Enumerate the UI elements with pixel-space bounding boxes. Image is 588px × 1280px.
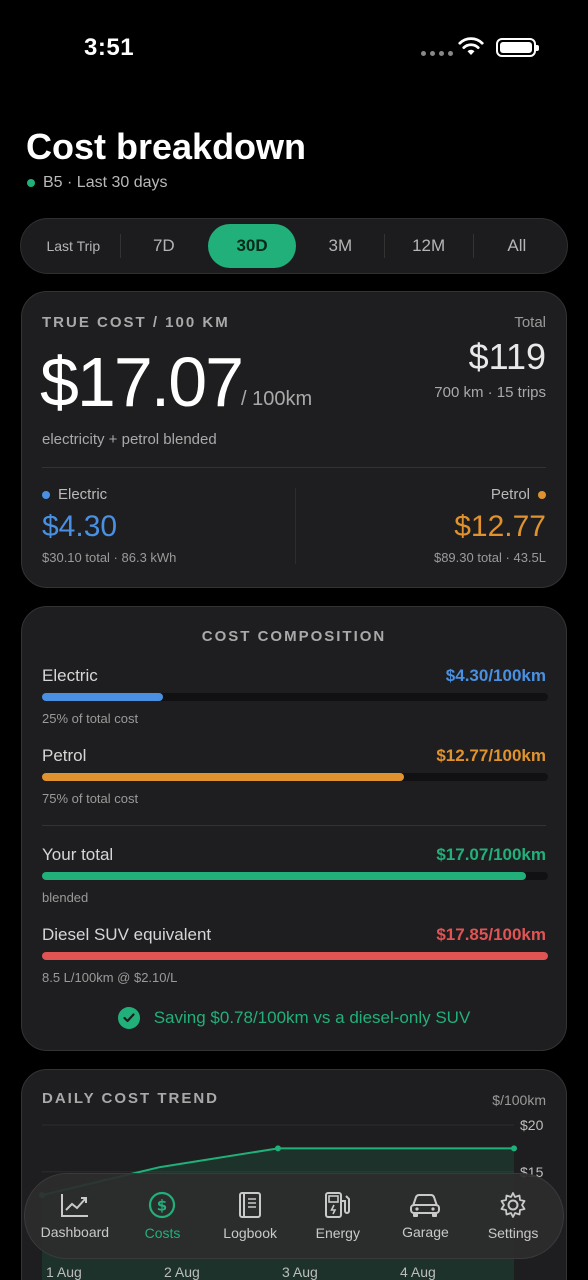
trend-point [275,1145,281,1152]
status-bar: 3:51 [0,0,588,90]
true-cost-value: $17.07 [40,343,244,421]
period-12m[interactable]: 12M [384,224,472,268]
true-cost-card: TRUE COST / 100 KM Total $17.07 / 100km … [21,291,567,588]
vehicle-status-dot [27,179,35,187]
petrol-label-text: Petrol [490,486,530,503]
total-bar-fill [42,872,526,880]
period-30d[interactable]: 30D [207,224,297,268]
tab-logbook[interactable]: Logbook [208,1191,292,1241]
composition-row-note: blended [42,890,89,905]
composition-row-name: Your total [42,845,114,864]
true-cost-unit: / 100km [241,388,313,410]
tab-settings[interactable]: Settings [471,1191,555,1241]
composition-row-note: 8.5 L/100km @ $2.10/L [42,970,178,985]
composition-row-note: 25% of total cost [42,711,139,726]
composition-row-name: Petrol [42,746,87,765]
trend-title: DAILY COST TREND [42,1090,220,1107]
trend-x-tick: 2 Aug [164,1264,200,1280]
true-cost-note: electricity + petrol blended [42,431,217,448]
page-title: Cost breakdown [26,126,307,167]
tab-label: Dashboard [40,1224,110,1240]
composition-row-name: Diesel SUV equivalent [42,925,212,944]
tab-garage[interactable]: Garage [383,1192,467,1240]
composition-row-value: $17.85/100km [436,925,546,944]
total-detail: 700 km · 15 trips [434,384,546,401]
tab-label: Garage [402,1224,449,1240]
diesel-bar-fill [42,952,548,960]
trend-x-tick: 3 Aug [282,1264,318,1280]
composition-row-note: 75% of total cost [42,791,139,806]
saving-text: Saving $0.78/100km vs a diesel-only SUV [153,1008,471,1027]
period-selector: Last Trip 7D 30D 3M 12M All [20,218,568,274]
petrol-bar-fill [42,773,404,781]
card-divider [42,467,546,468]
tab-energy[interactable]: Energy [296,1191,380,1241]
car-icon [410,1194,441,1217]
composition-row-value: $12.77/100km [436,746,546,765]
page-subtitle: B5 · Last 30 days [27,174,168,192]
composition-row-name: Electric [42,666,98,685]
tab-costs[interactable]: $ Costs [120,1191,204,1241]
gear-icon [500,1192,526,1218]
trend-x-axis: 1 Aug 2 Aug 3 Aug 4 Aug [0,1264,588,1280]
tab-label: Settings [487,1225,539,1241]
petrol-value: $12.77 [454,510,546,543]
tab-dashboard[interactable]: Dashboard [33,1192,117,1240]
trend-unit: $/100km [492,1092,546,1108]
chart-icon [60,1194,88,1217]
electric-label: Electric [42,486,107,503]
electric-bar-fill [42,693,164,701]
composition-divider [42,825,546,826]
fuel-pump-icon [324,1192,350,1218]
true-cost-label: TRUE COST / 100 KM [42,314,230,331]
petrol-bar [42,773,548,781]
wifi-icon [458,37,484,55]
period-7d[interactable]: 7D [119,224,208,268]
status-time: 3:51 [84,34,135,61]
petrol-detail: $89.30 total · 43.5L [433,550,546,565]
total-label: Total [514,314,546,331]
trend-point [511,1145,517,1152]
composition-title: COST COMPOSITION [201,628,387,645]
electric-value: $4.30 [42,510,118,543]
electric-label-text: Electric [58,486,108,503]
period-last-trip[interactable]: Last Trip [27,224,120,268]
check-circle-icon [117,1007,140,1029]
trend-y-tick: $20 [520,1117,544,1133]
tab-label: Costs [144,1225,181,1241]
battery-icon [496,38,539,57]
electric-detail: $30.10 total · 86.3 kWh [42,550,177,565]
trend-x-tick: 1 Aug [46,1264,82,1280]
total-value: $119 [468,336,546,377]
petrol-label: Petrol [491,486,546,503]
tab-bar: Dashboard $ Costs Logbook Energy Garage … [24,1173,564,1259]
composition-row-value: $4.30/100km [445,666,546,685]
period-3m[interactable]: 3M [296,224,384,268]
column-divider [295,488,296,564]
petrol-dot [538,490,546,499]
dollar-icon: $ [149,1191,176,1219]
period-all[interactable]: All [472,224,561,268]
composition-row-value: $17.07/100km [436,845,546,864]
trend-x-tick: 4 Aug [400,1264,436,1280]
tab-label: Logbook [223,1225,277,1241]
book-icon [239,1192,262,1218]
diesel-bar [42,952,548,960]
subtitle-text: B5 · Last 30 days [43,174,168,191]
electric-bar [42,693,548,701]
svg-text:$: $ [157,1197,167,1215]
electric-dot [42,490,50,499]
signal-icon [421,51,453,56]
total-bar [42,872,548,880]
saving-message: Saving $0.78/100km vs a diesel-only SUV [22,1007,566,1029]
cost-composition-card: COST COMPOSITION Electric $4.30/100km 25… [21,606,567,1051]
tab-label: Energy [315,1225,360,1241]
